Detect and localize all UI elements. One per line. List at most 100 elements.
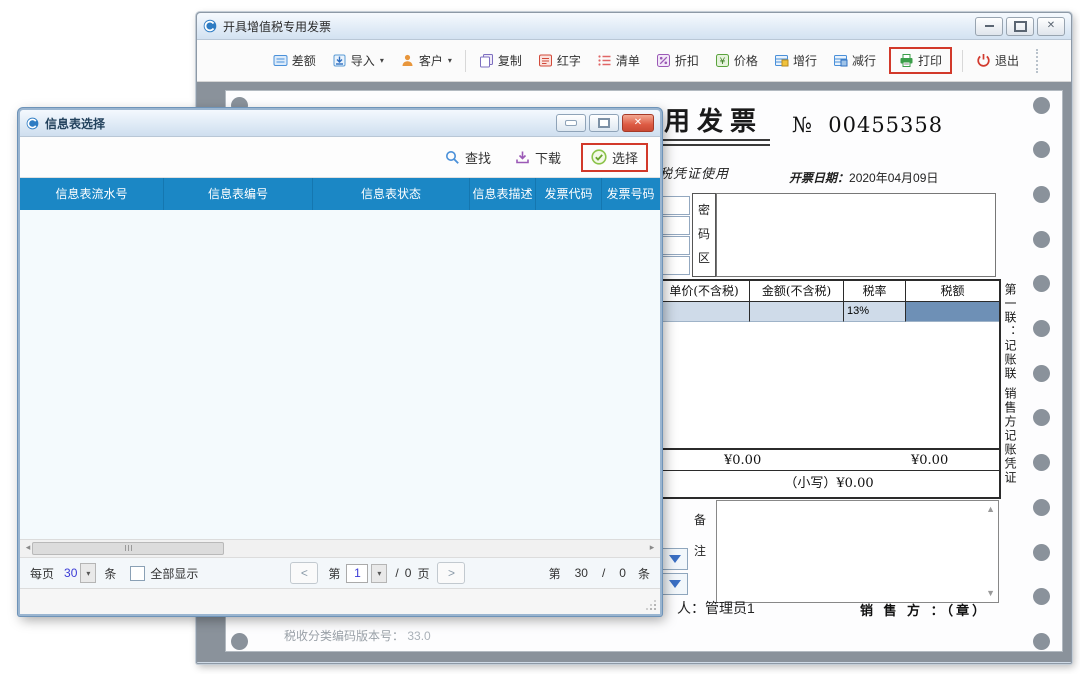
perforation-dot <box>1033 186 1050 203</box>
page-dropdown-icon[interactable]: ▾ <box>371 564 387 583</box>
cell-amount[interactable] <box>750 302 844 322</box>
red-letter-button[interactable]: 红字 <box>535 48 584 73</box>
remove-row-icon <box>833 53 848 68</box>
discount-button[interactable]: 折扣 <box>653 48 702 73</box>
column-header-tax-amount: 税额 <box>906 281 999 301</box>
dialog-pagination: 每页 30 ▾ 条 全部显示 < 第 1 ▾ / 0 页 > 第 30 / 0 … <box>20 558 660 588</box>
print-icon <box>899 53 914 68</box>
toolbar-separator <box>962 50 963 72</box>
resize-grip[interactable] <box>654 608 656 610</box>
copy-label-vertical: 第一联：记账联 销售方记账凭证 <box>1002 283 1019 623</box>
list-icon <box>597 53 612 68</box>
add-row-icon <box>774 53 789 68</box>
minimize-button[interactable] <box>975 17 1003 36</box>
invoice-number: № 00455358 <box>792 113 943 137</box>
totals-row: ¥0.00 ¥0.00 <box>659 448 999 471</box>
title-underline <box>644 139 770 146</box>
customer-button[interactable]: 客户 ▾ <box>397 48 455 73</box>
discount-icon <box>656 53 671 68</box>
password-area-box[interactable] <box>716 193 996 277</box>
info-table-dialog: 信息表选择 ✕ 查找 下载 选择 <box>18 108 662 616</box>
perforation-dot <box>1033 633 1050 650</box>
perforation-dot <box>1033 365 1050 382</box>
app-logo-icon <box>203 19 217 33</box>
print-button[interactable]: 打印 <box>897 51 944 70</box>
copy-button[interactable]: 复制 <box>476 48 525 73</box>
dialog-minimize-button[interactable] <box>556 114 586 132</box>
scroll-up-icon[interactable]: ▲ <box>986 505 995 514</box>
remove-row-button[interactable]: 减行 <box>830 48 879 73</box>
invoice-window-titlebar[interactable]: 开具增值税专用发票 ✕ <box>197 13 1071 40</box>
red-letter-icon <box>538 53 553 68</box>
remark-spin-down[interactable] <box>662 573 688 595</box>
select-button[interactable]: 选择 <box>589 147 640 168</box>
perforation-dot <box>231 633 248 650</box>
stub-text: 税凭证使用 <box>659 163 729 182</box>
prev-page-button[interactable]: < <box>290 562 318 584</box>
amount-total: ¥0.00 <box>724 450 761 471</box>
dialog-table-body[interactable] <box>20 210 660 539</box>
perforation-dot <box>1033 544 1050 561</box>
column-invoice-code: 发票代码 <box>536 178 602 210</box>
tax-code-version: 税收分类编码版本号： 33.0 <box>284 627 431 644</box>
perforation-dot <box>1033 320 1050 337</box>
invoice-toolbar: 差额 导入 ▾ 客户 ▾ 复制 红字 清单 <box>197 40 1071 82</box>
horizontal-scrollbar[interactable]: ◂ ▸ <box>20 539 660 558</box>
dialog-titlebar[interactable]: 信息表选择 ✕ <box>20 110 660 137</box>
scroll-right-icon[interactable]: ▸ <box>644 540 660 555</box>
dialog-maximize-button[interactable] <box>589 114 619 132</box>
import-caret-icon: ▾ <box>380 56 384 65</box>
invoice-item-table: 单价(不含税) 金额(不含税) 税率 税额 13% ¥0.00 ¥0.00 （小… <box>657 279 1001 499</box>
scrollbar-thumb[interactable] <box>32 542 224 555</box>
list-button[interactable]: 清单 <box>594 48 643 73</box>
dialog-close-button[interactable]: ✕ <box>622 114 654 132</box>
perforation-dot <box>1033 454 1050 471</box>
difference-icon <box>273 53 288 68</box>
close-button[interactable]: ✕ <box>1037 17 1065 36</box>
import-button[interactable]: 导入 ▾ <box>329 48 387 73</box>
column-header-unit-price: 单价(不含税) <box>659 281 750 301</box>
page-input[interactable]: 1 <box>346 564 368 583</box>
toolbar-grip <box>1036 49 1041 73</box>
per-page-unit: 条 <box>104 565 116 582</box>
next-page-button[interactable]: > <box>437 562 465 584</box>
remark-spin-up[interactable] <box>662 548 688 570</box>
add-row-button[interactable]: 增行 <box>771 48 820 73</box>
page-label: 第 <box>328 565 340 582</box>
show-all-checkbox[interactable] <box>130 566 145 581</box>
print-highlight-box: 打印 <box>889 47 952 74</box>
column-header-amount: 金额(不含税) <box>750 281 844 301</box>
difference-button[interactable]: 差额 <box>270 48 319 73</box>
perforation-dot <box>1033 141 1050 158</box>
dialog-table-header: 信息表流水号 信息表编号 信息表状态 信息表描述 发票代码 发票号码 <box>20 178 660 210</box>
toolbar-separator <box>465 50 466 72</box>
screen: 开具增值税专用发票 ✕ 差额 导入 ▾ 客户 ▾ <box>0 0 1080 674</box>
cell-unit-price[interactable] <box>659 302 750 322</box>
per-page-value[interactable]: 30 <box>64 566 77 580</box>
per-page-dropdown-icon[interactable]: ▾ <box>80 563 96 583</box>
tax-total: ¥0.00 <box>911 450 948 471</box>
find-button[interactable]: 查找 <box>441 145 495 170</box>
scroll-down-icon[interactable]: ▼ <box>986 589 995 598</box>
issuer-text: 人：管理员1 <box>677 598 755 618</box>
column-serial-number: 信息表流水号 <box>20 178 164 210</box>
cell-tax-amount-selected[interactable] <box>906 302 999 322</box>
exit-button[interactable]: 退出 <box>973 48 1022 73</box>
remark-box[interactable]: ▲ ▼ <box>716 500 999 603</box>
column-form-status: 信息表状态 <box>313 178 470 210</box>
window-title: 开具增值税专用发票 <box>223 18 331 35</box>
download-icon <box>515 150 530 165</box>
customer-icon <box>400 53 415 68</box>
total-in-figures: （小写）¥0.00 <box>659 470 999 497</box>
download-button[interactable]: 下载 <box>511 145 565 170</box>
cell-tax-rate[interactable]: 13% <box>844 302 906 322</box>
total-pages: 0 <box>405 566 412 580</box>
column-header-tax-rate: 税率 <box>844 281 906 301</box>
dialog-title: 信息表选择 <box>45 115 105 132</box>
maximize-button[interactable] <box>1006 17 1034 36</box>
remark-label: 备 注 <box>694 511 710 559</box>
check-circle-icon <box>591 149 607 165</box>
show-all-label: 全部显示 <box>150 565 198 582</box>
price-button[interactable]: ¥ 价格 <box>712 48 761 73</box>
record-total: 0 <box>619 566 626 580</box>
